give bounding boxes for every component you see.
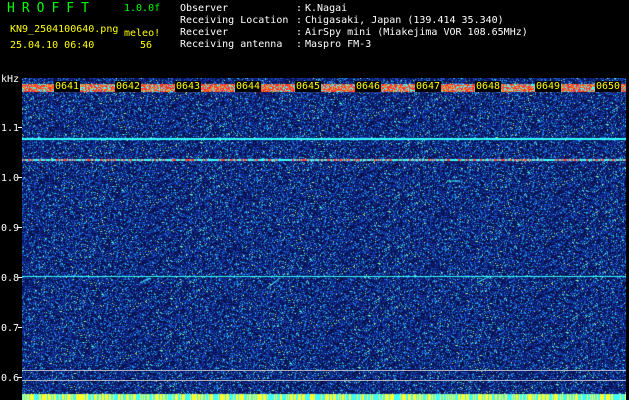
info-label-location: Receiving Location (180, 15, 289, 26)
info-value-observer: K.Nagai (305, 3, 348, 14)
axis-unit: kHz (1, 74, 20, 85)
reference-line (22, 380, 626, 381)
time-label: 0641 (54, 81, 81, 92)
date-time: 25.04.10 06:40 (10, 40, 95, 51)
y-tick-mark (18, 327, 22, 328)
y-tick-1-1: 1.1 (1, 123, 20, 134)
info-value-antenna: Maspro FM-3 (305, 39, 372, 50)
file-name: KN9_2504100640.png (10, 24, 119, 35)
time-label: 0646 (355, 81, 382, 92)
time-label: 0647 (415, 81, 442, 92)
y-tick-mark (18, 177, 22, 178)
y-tick-1-0: 1.0 (1, 173, 20, 184)
y-tick-mark (18, 377, 22, 378)
y-tick-0-9: 0.9 (1, 223, 20, 234)
info-sep: : (296, 15, 303, 26)
info-sep: : (296, 39, 303, 50)
app-version: 1.0.0f (124, 3, 161, 14)
y-tick-mark (18, 227, 22, 228)
y-tick-mark (18, 277, 22, 278)
y-tick-mark (18, 127, 22, 128)
info-sep: : (296, 27, 303, 38)
info-sep: : (296, 3, 303, 14)
reference-line (22, 370, 626, 371)
time-label: 0649 (535, 81, 562, 92)
meteor-count: 56 (140, 40, 153, 51)
info-value-location: Chigasaki, Japan (139.414 35.340) (305, 15, 504, 26)
meleo-label: meleo! (124, 28, 161, 39)
time-label: 0650 (595, 81, 622, 92)
time-label: 0648 (475, 81, 502, 92)
spectrogram-plot (22, 78, 626, 400)
time-label: 0645 (295, 81, 322, 92)
time-label: 0642 (115, 81, 142, 92)
info-value-receiver: AirSpy mini (Miakejima VOR 108.65MHz) (305, 27, 528, 38)
y-tick-0-6: 0.6 (1, 373, 20, 384)
frequency-axis (0, 72, 22, 400)
time-label: 0644 (235, 81, 262, 92)
info-label-receiver: Receiver (180, 27, 229, 38)
time-label: 0643 (175, 81, 202, 92)
y-tick-0-8: 0.8 (1, 273, 20, 284)
info-label-observer: Observer (180, 3, 229, 14)
info-label-antenna: Receiving antenna (180, 39, 283, 50)
app-brand: HROFFT (7, 1, 96, 16)
y-tick-0-7: 0.7 (1, 323, 20, 334)
